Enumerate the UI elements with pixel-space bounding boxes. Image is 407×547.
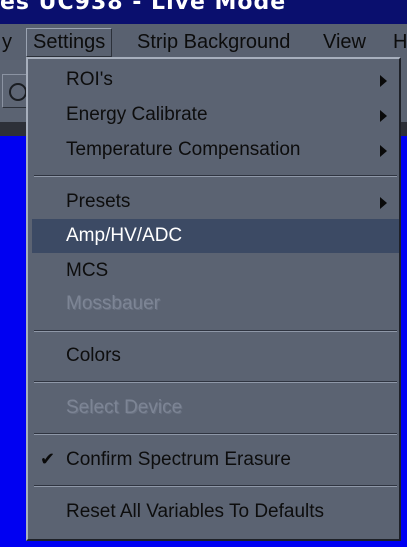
menu-separator	[34, 330, 397, 332]
window-title: es UC938 - Live Mode	[0, 0, 287, 15]
toolbar-button[interactable]	[2, 74, 28, 108]
menu-item-label: Amp/HV/ADC	[66, 225, 183, 246]
menu-item-label: Mossbauer	[66, 293, 160, 314]
menu-item-select-device: Select Device	[32, 391, 399, 425]
menu-item-label: Colors	[66, 345, 121, 366]
menu-item-confirm-spectrum-erasure[interactable]: ✔ Confirm Spectrum Erasure	[32, 443, 399, 477]
menu-item-label: Temperature Compensation	[66, 139, 301, 160]
submenu-arrow-icon	[380, 145, 387, 157]
checkmark-icon: ✔	[40, 449, 56, 470]
submenu-arrow-icon	[380, 197, 387, 209]
menu-item-energy-calibrate[interactable]: Energy Calibrate	[32, 98, 399, 132]
menu-item-presets[interactable]: Presets	[32, 185, 399, 219]
submenu-arrow-icon	[380, 110, 387, 122]
menu-separator	[34, 433, 397, 435]
circle-button-icon	[9, 83, 27, 101]
menu-item-label: ROI's	[66, 69, 113, 90]
menu-item-colors[interactable]: Colors	[32, 339, 399, 373]
menu-item-label: Select Device	[66, 397, 183, 418]
window-title-bar: es UC938 - Live Mode	[0, 0, 407, 24]
menu-item-partial-left[interactable]: y	[2, 28, 12, 56]
menu-item-mossbauer: Mossbauer	[32, 287, 399, 321]
menu-item-amp-hv-adc[interactable]: Amp/HV/ADC	[32, 219, 399, 253]
menu-item-reset-all-variables[interactable]: Reset All Variables To Defaults	[32, 495, 399, 529]
menu-item-label: Energy Calibrate	[66, 104, 208, 125]
settings-dropdown-menu: ROI's Energy Calibrate Temperature Compe…	[26, 57, 401, 541]
submenu-arrow-icon	[380, 75, 387, 87]
menu-separator	[34, 381, 397, 383]
menu-item-settings[interactable]: Settings	[26, 28, 113, 57]
menu-bar: y Settings Strip Background View H	[0, 24, 407, 61]
menu-item-label: Reset All Variables To Defaults	[66, 501, 325, 522]
menu-item-label: Presets	[66, 191, 131, 212]
menu-item-strip-background[interactable]: Strip Background	[137, 28, 290, 56]
menu-item-rois[interactable]: ROI's	[32, 63, 399, 97]
menu-item-label: MCS	[66, 260, 109, 281]
menu-item-temperature-compensation[interactable]: Temperature Compensation	[32, 133, 399, 167]
menu-separator	[34, 485, 397, 487]
menu-item-mcs[interactable]: MCS	[32, 254, 399, 288]
menu-item-view[interactable]: View	[323, 28, 366, 56]
menu-separator	[34, 175, 397, 177]
menu-item-help-partial[interactable]: H	[393, 28, 407, 56]
menu-item-label: Confirm Spectrum Erasure	[66, 449, 291, 470]
